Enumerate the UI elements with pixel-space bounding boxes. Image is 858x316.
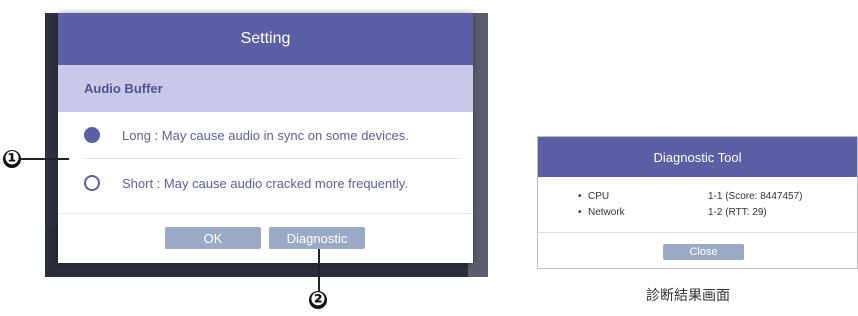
- close-button[interactable]: Close: [663, 244, 744, 260]
- diag-value: 1-1 (Score: 8447457): [708, 190, 803, 202]
- diagnostic-tool-title: Diagnostic Tool: [538, 137, 857, 177]
- radio-unselected-icon[interactable]: [84, 175, 100, 191]
- footer-divider: [58, 213, 473, 214]
- diag-divider: [538, 232, 857, 233]
- audio-buffer-section-title: Audio Buffer: [58, 65, 473, 112]
- dialog-title: Setting: [58, 13, 473, 65]
- bullet: •: [578, 190, 582, 202]
- diag-key: Network: [588, 206, 625, 218]
- option-short-label: Short : May cause audio cracked more fre…: [122, 175, 408, 191]
- radio-selected-icon[interactable]: [84, 127, 100, 143]
- diag-row-cpu: • CPU 1-1 (Score: 8447457): [578, 189, 803, 203]
- callout-1-leader-line: [21, 158, 69, 160]
- caption: 診断結果画面: [646, 288, 730, 304]
- diag-value: 1-2 (RTT: 29): [708, 206, 767, 218]
- callout-1: ❶: [3, 150, 21, 168]
- callout-2-leader-line: [318, 249, 320, 291]
- option-long[interactable]: Long : May cause audio in sync on some d…: [84, 120, 409, 150]
- setting-dialog: Setting Audio Buffer Long : May cause au…: [58, 13, 473, 263]
- option-long-label: Long : May cause audio in sync on some d…: [122, 127, 409, 143]
- option-short[interactable]: Short : May cause audio cracked more fre…: [84, 168, 408, 198]
- diagnostic-tool-panel: Diagnostic Tool • CPU 1-1 (Score: 844745…: [537, 136, 858, 269]
- callout-2-label: ❷: [310, 289, 326, 310]
- diagnostic-button[interactable]: Diagnostic: [269, 227, 365, 249]
- diag-key: CPU: [588, 190, 610, 202]
- divider: [84, 158, 460, 159]
- callout-2: ❷: [309, 291, 327, 309]
- ok-button[interactable]: OK: [165, 227, 261, 249]
- diag-row-network: • Network 1-2 (RTT: 29): [578, 205, 767, 219]
- bullet: •: [578, 206, 582, 218]
- callout-1-label: ❶: [4, 148, 20, 169]
